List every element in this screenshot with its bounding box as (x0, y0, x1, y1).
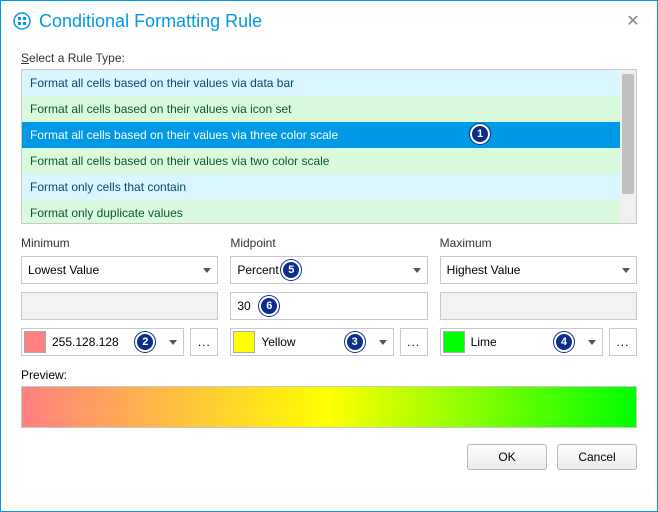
chevron-down-icon (622, 268, 630, 273)
min-color-more-button[interactable]: ... (190, 328, 218, 356)
app-icon (13, 12, 31, 30)
rule-type-item[interactable]: Format only duplicate values (22, 200, 620, 223)
mid-type-combo[interactable]: Percent 5 (230, 256, 427, 284)
chevron-down-icon (203, 268, 211, 273)
chevron-down-icon (379, 340, 387, 345)
mid-color-combo[interactable]: Yellow 3 (230, 328, 393, 356)
mid-header: Midpoint (230, 236, 427, 250)
min-color-combo[interactable]: 255.128.128 2 (21, 328, 184, 356)
mid-column: Midpoint Percent 5 6 Yellow 3 (230, 236, 427, 356)
min-type-combo[interactable]: Lowest Value (21, 256, 218, 284)
chevron-down-icon (169, 340, 177, 345)
chevron-down-icon (413, 268, 421, 273)
min-type-value: Lowest Value (28, 263, 99, 277)
rule-type-item[interactable]: Format all cells based on their values v… (22, 70, 620, 96)
scale-columns: Minimum Lowest Value 255.128.128 2 ... (21, 236, 637, 356)
dialog-window: Conditional Formatting Rule ✕ Select a R… (0, 0, 658, 512)
mid-value-input[interactable]: 6 (230, 292, 427, 320)
dialog-buttons: OK Cancel (21, 444, 637, 470)
close-icon[interactable]: ✕ (621, 9, 645, 33)
ok-button[interactable]: OK (467, 444, 547, 470)
max-color-combo[interactable]: Lime 4 (440, 328, 603, 356)
min-column: Minimum Lowest Value 255.128.128 2 ... (21, 236, 218, 356)
callout-1: 1 (470, 124, 490, 144)
callout-2: 2 (135, 332, 155, 352)
min-color-name: 255.128.128 (52, 335, 119, 349)
max-column: Maximum Highest Value Lime 4 ... (440, 236, 637, 356)
scrollbar[interactable] (620, 70, 636, 223)
rule-type-item[interactable]: Format only cells that contain (22, 174, 620, 200)
rule-type-label: Select a Rule Type: (21, 51, 637, 65)
rule-type-item[interactable]: Format all cells based on their values v… (22, 96, 620, 122)
rule-type-item[interactable]: Format all cells based on their values v… (22, 148, 620, 174)
cancel-button[interactable]: Cancel (557, 444, 637, 470)
min-color-picker: 255.128.128 2 ... (21, 328, 218, 356)
callout-5: 5 (281, 260, 301, 280)
max-color-picker: Lime 4 ... (440, 328, 637, 356)
max-type-value: Highest Value (447, 263, 521, 277)
dialog-title: Conditional Formatting Rule (39, 11, 262, 32)
scroll-thumb[interactable] (622, 74, 634, 194)
min-header: Minimum (21, 236, 218, 250)
max-color-swatch (443, 331, 465, 353)
callout-3: 3 (345, 332, 365, 352)
max-color-more-button[interactable]: ... (609, 328, 637, 356)
chevron-down-icon (588, 340, 596, 345)
mid-type-value: Percent (237, 263, 278, 277)
max-type-combo[interactable]: Highest Value (440, 256, 637, 284)
titlebar: Conditional Formatting Rule ✕ (1, 1, 657, 41)
max-header: Maximum (440, 236, 637, 250)
mid-color-swatch (233, 331, 255, 353)
min-value-input (21, 292, 218, 320)
min-color-swatch (24, 331, 46, 353)
dialog-body: Select a Rule Type: Format all cells bas… (1, 41, 657, 486)
max-value-input (440, 292, 637, 320)
rule-type-item-selected[interactable]: Format all cells based on their values v… (22, 122, 620, 148)
rule-type-list-items: Format all cells based on their values v… (22, 70, 620, 223)
preview-label: Preview: (21, 368, 637, 382)
rule-type-list: Format all cells based on their values v… (21, 69, 637, 224)
mid-color-more-button[interactable]: ... (400, 328, 428, 356)
callout-4: 4 (554, 332, 574, 352)
mid-color-name: Yellow (261, 335, 295, 349)
mid-color-picker: Yellow 3 ... (230, 328, 427, 356)
max-color-name: Lime (471, 335, 497, 349)
preview-gradient (21, 386, 637, 428)
